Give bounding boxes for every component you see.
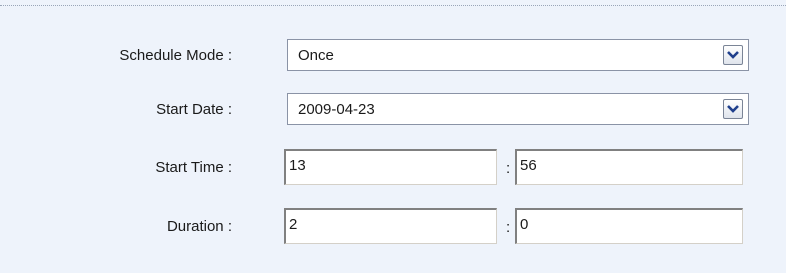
start-date-select[interactable]: 2009-04-23 [287, 93, 749, 125]
chevron-down-icon [727, 51, 739, 59]
start-time-hour-input[interactable]: 13 [284, 149, 497, 185]
schedule-mode-label: Schedule Mode : [119, 47, 232, 64]
chevron-down-icon [727, 105, 739, 113]
start-time-minute-input[interactable]: 56 [515, 149, 743, 185]
schedule-mode-dropdown-button[interactable] [723, 45, 743, 65]
start-date-value: 2009-04-23 [298, 101, 375, 118]
duration-separator: : [506, 219, 511, 236]
start-time-separator: : [506, 160, 511, 177]
schedule-panel: Schedule Mode : Once Start Date : 2009-0… [0, 5, 786, 273]
start-time-label: Start Time : [155, 159, 232, 176]
duration-hour-input[interactable]: 2 [284, 208, 497, 244]
duration-label: Duration : [166, 218, 232, 235]
schedule-mode-value: Once [298, 47, 334, 64]
start-date-dropdown-button[interactable] [723, 99, 743, 119]
schedule-mode-select[interactable]: Once [287, 39, 749, 71]
start-date-label: Start Date : [156, 101, 232, 118]
duration-minute-input[interactable]: 0 [515, 208, 743, 244]
